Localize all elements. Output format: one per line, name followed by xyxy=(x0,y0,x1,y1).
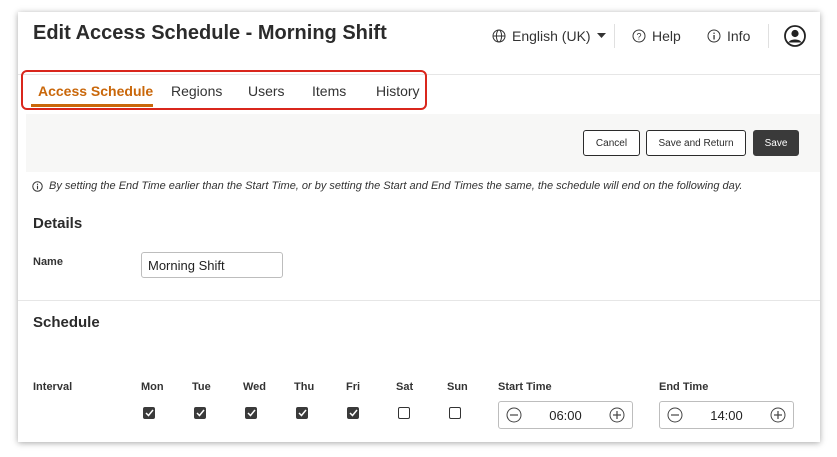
checkbox-fri[interactable] xyxy=(347,407,359,419)
section-divider xyxy=(18,300,820,301)
day-label-sat: Sat xyxy=(396,381,414,393)
name-label: Name xyxy=(33,256,63,268)
tab-users[interactable]: Users xyxy=(248,83,285,99)
caret-down-icon xyxy=(596,33,606,39)
language-label: English (UK) xyxy=(512,28,591,44)
info-icon xyxy=(32,180,43,192)
end-time-stepper: 14:00 xyxy=(659,401,794,429)
cancel-button[interactable]: Cancel xyxy=(583,130,640,156)
tab-history[interactable]: History xyxy=(376,83,420,99)
checkmark-icon xyxy=(195,409,205,417)
info-label: Info xyxy=(727,28,751,44)
info-message: By setting the End Time earlier than the… xyxy=(32,180,742,192)
details-heading: Details xyxy=(33,215,83,232)
page-header: Edit Access Schedule - Morning Shift Eng… xyxy=(18,12,820,75)
checkmark-icon xyxy=(246,409,256,417)
day-label-thu: Thu xyxy=(294,381,315,393)
help-label: Help xyxy=(652,28,681,44)
globe-icon xyxy=(492,29,506,43)
info-icon xyxy=(707,29,721,43)
schedule-heading: Schedule xyxy=(33,314,100,331)
app-window: Edit Access Schedule - Morning Shift Eng… xyxy=(18,12,820,442)
user-avatar-icon[interactable] xyxy=(784,25,806,47)
checkbox-wed[interactable] xyxy=(245,407,257,419)
info-message-text: By setting the End Time earlier than the… xyxy=(49,180,743,192)
start-time-label: Start Time xyxy=(498,381,552,393)
save-button[interactable]: Save xyxy=(753,130,799,156)
svg-text:?: ? xyxy=(636,32,641,42)
end-time-label: End Time xyxy=(659,381,709,393)
header-divider xyxy=(614,24,615,48)
checkmark-icon xyxy=(297,409,307,417)
day-label-fri: Fri xyxy=(346,381,361,393)
active-tab-indicator xyxy=(31,104,153,107)
day-label-tue: Tue xyxy=(192,381,211,393)
interval-label: Interval xyxy=(33,381,73,393)
info-link[interactable]: Info xyxy=(707,28,750,44)
tab-items[interactable]: Items xyxy=(312,83,346,99)
language-selector[interactable]: English (UK) xyxy=(492,28,606,44)
start-time-stepper: 06:00 xyxy=(498,401,633,429)
checkmark-icon xyxy=(144,409,154,417)
plus-circle-icon[interactable] xyxy=(768,405,788,425)
save-and-return-button[interactable]: Save and Return xyxy=(646,130,746,156)
checkbox-sun[interactable] xyxy=(449,407,461,419)
tab-regions[interactable]: Regions xyxy=(171,83,222,99)
help-link[interactable]: ? Help xyxy=(632,28,681,44)
checkbox-sat[interactable] xyxy=(398,407,410,419)
day-label-sun: Sun xyxy=(447,381,468,393)
checkbox-mon[interactable] xyxy=(143,407,155,419)
day-label-mon: Mon xyxy=(141,381,164,393)
header-divider xyxy=(768,24,769,48)
help-icon: ? xyxy=(632,29,646,43)
checkbox-tue[interactable] xyxy=(194,407,206,419)
name-input[interactable] xyxy=(141,252,283,278)
tab-access-schedule[interactable]: Access Schedule xyxy=(38,83,153,99)
page-title: Edit Access Schedule - Morning Shift xyxy=(33,22,387,44)
plus-circle-icon[interactable] xyxy=(607,405,627,425)
day-label-wed: Wed xyxy=(243,381,267,393)
checkbox-thu[interactable] xyxy=(296,407,308,419)
checkmark-icon xyxy=(348,409,358,417)
